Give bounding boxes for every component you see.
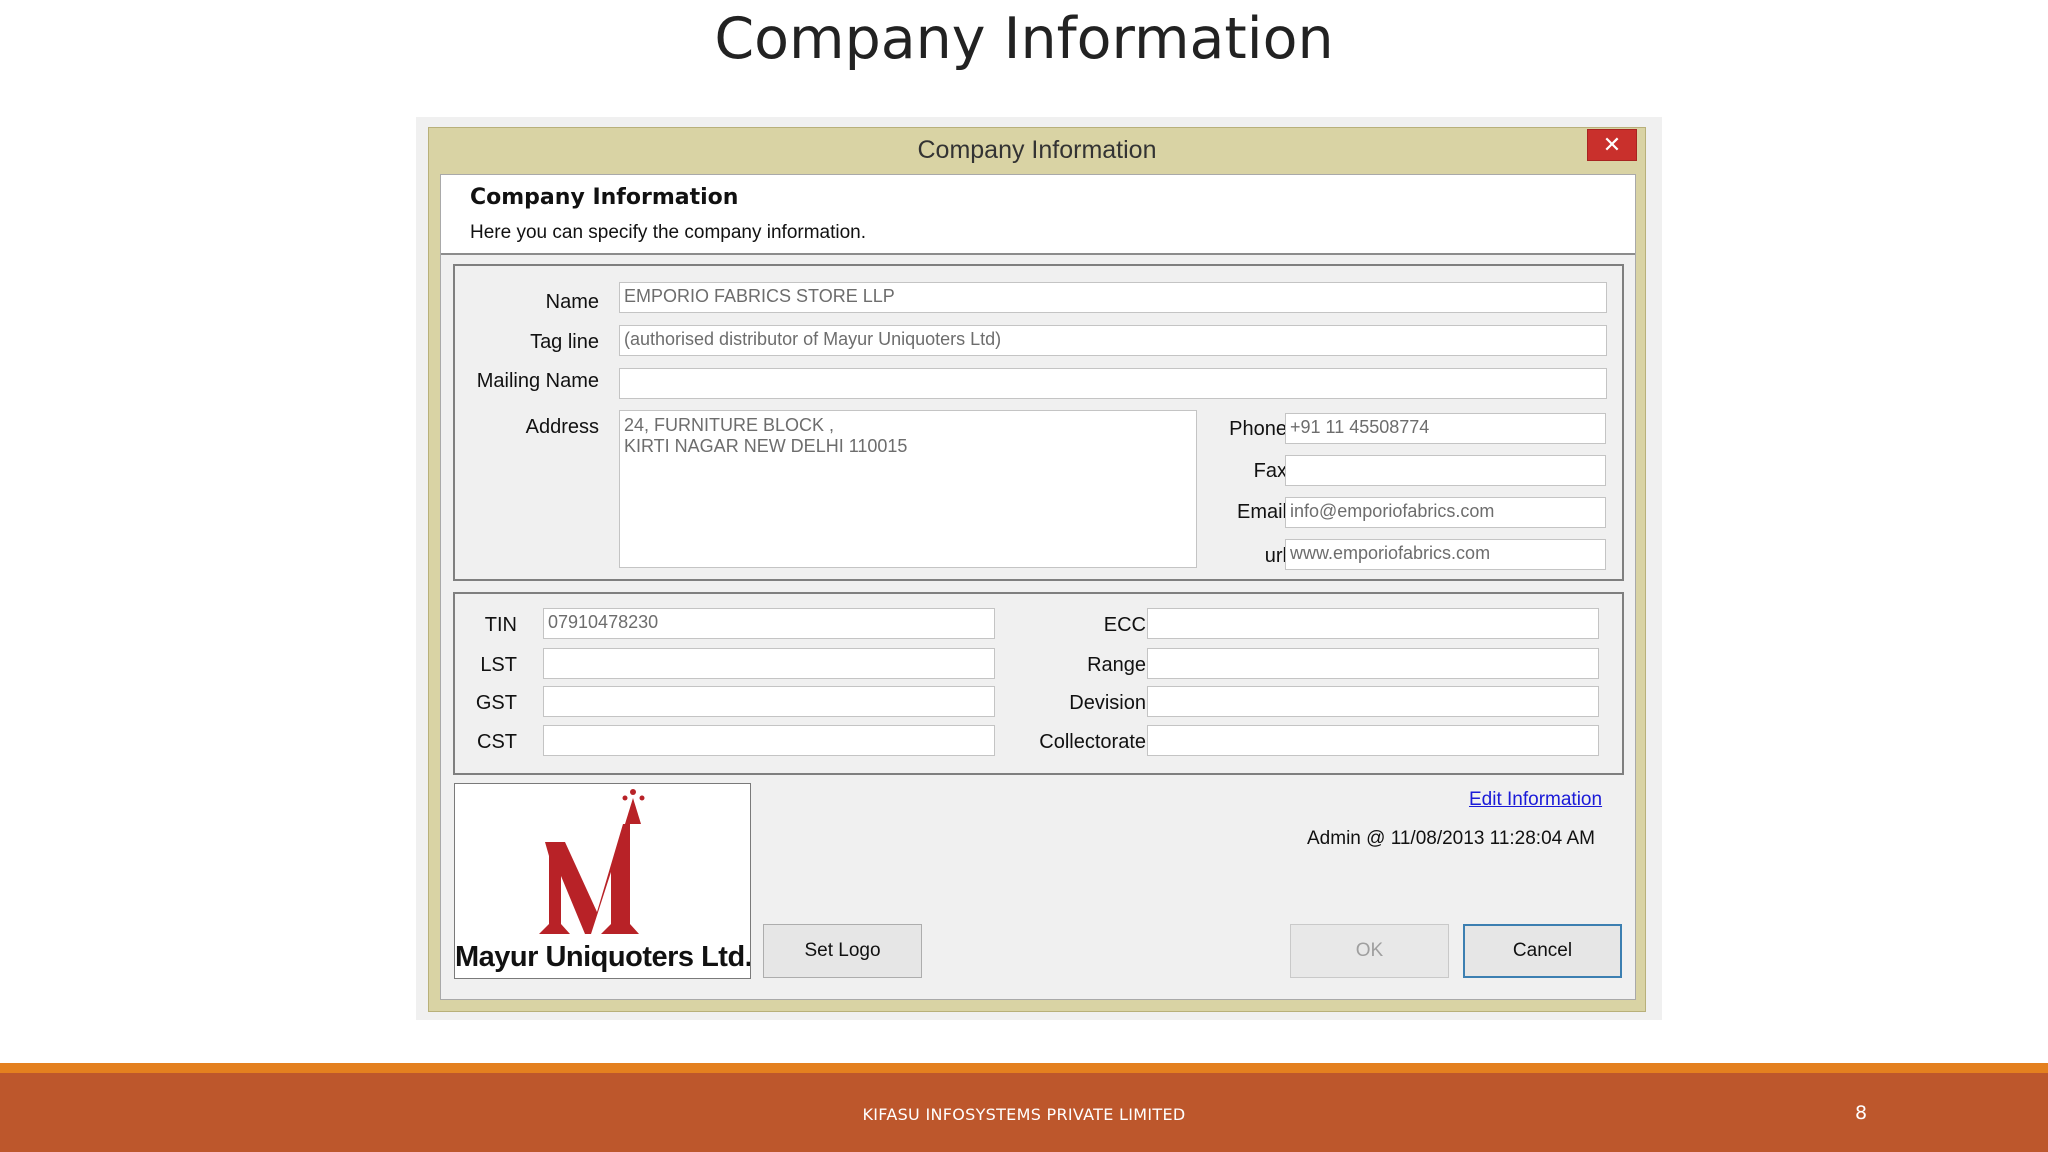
division-label: Devision bbox=[1069, 692, 1146, 714]
address-label: Address bbox=[525, 416, 599, 438]
collectorate-label: Collectorate bbox=[1039, 731, 1146, 753]
gst-field[interactable] bbox=[543, 686, 995, 717]
ecc-label: ECC bbox=[1103, 614, 1146, 636]
close-button[interactable]: ✕ bbox=[1587, 129, 1637, 161]
ecc-field[interactable] bbox=[1147, 608, 1599, 639]
page-number: 8 bbox=[1855, 1102, 1868, 1124]
footer-company-name: KIFASU INFOSYSTEMS PRIVATE LIMITED bbox=[862, 1105, 1186, 1124]
slide-footer: KIFASU INFOSYSTEMS PRIVATE LIMITED 8 bbox=[0, 1073, 2048, 1152]
lst-field[interactable] bbox=[543, 648, 995, 679]
collectorate-field[interactable] bbox=[1147, 725, 1599, 756]
header-band: Company Information Here you can specify… bbox=[441, 175, 1635, 255]
ok-button[interactable]: OK bbox=[1290, 924, 1449, 978]
email-field[interactable]: info@emporiofabrics.com bbox=[1285, 497, 1606, 528]
cst-field[interactable] bbox=[543, 725, 995, 756]
url-label: url bbox=[1264, 545, 1287, 567]
name-field[interactable]: EMPORIO FABRICS STORE LLP bbox=[619, 282, 1607, 313]
division-field[interactable] bbox=[1147, 686, 1599, 717]
mailing-name-label: Mailing Name bbox=[476, 370, 599, 392]
tagline-label: Tag line bbox=[530, 331, 599, 353]
header-subtitle: Here you can specify the company informa… bbox=[470, 222, 867, 243]
url-field[interactable]: www.emporiofabrics.com bbox=[1285, 539, 1606, 570]
cancel-button[interactable]: Cancel bbox=[1463, 924, 1622, 978]
logo-company-name: Mayur Uniquoters Ltd. bbox=[455, 941, 751, 973]
range-field[interactable] bbox=[1147, 648, 1599, 679]
company-info-dialog: Company Information ✕ Company Informatio… bbox=[428, 127, 1646, 1012]
slide-title: Company Information bbox=[714, 6, 1334, 72]
phone-field[interactable]: +91 11 45508774 bbox=[1285, 413, 1606, 444]
tin-label: TIN bbox=[484, 614, 517, 636]
logo-dot-2 bbox=[622, 795, 628, 801]
phone-label: Phone bbox=[1229, 418, 1287, 440]
logo-crown-shape bbox=[625, 798, 641, 824]
address-field[interactable]: 24, FURNITURE BLOCK , KIRTI NAGAR NEW DE… bbox=[619, 410, 1197, 568]
logo-dot-1 bbox=[630, 789, 636, 795]
cst-label: CST bbox=[477, 731, 517, 753]
email-label: Email bbox=[1236, 501, 1287, 523]
range-label: Range bbox=[1087, 654, 1146, 676]
footer-accent-line bbox=[0, 1063, 2048, 1073]
logo-dot-3 bbox=[639, 795, 645, 801]
edit-information-link[interactable]: Edit Information bbox=[1469, 789, 1602, 811]
name-label: Name bbox=[545, 291, 599, 313]
dialog-content: Company Information Here you can specify… bbox=[440, 174, 1636, 1000]
company-logo: Mayur Uniquoters Ltd. bbox=[454, 783, 751, 979]
lst-label: LST bbox=[480, 654, 517, 676]
audit-stamp: Admin @ 11/08/2013 11:28:04 AM bbox=[1307, 828, 1595, 849]
logo-m-shape bbox=[539, 824, 639, 934]
window-title: Company Information bbox=[917, 136, 1157, 164]
fax-label: Fax bbox=[1253, 460, 1287, 482]
tagline-field[interactable]: (authorised distributor of Mayur Uniquot… bbox=[619, 325, 1607, 356]
tin-field[interactable]: 07910478230 bbox=[543, 608, 995, 639]
close-icon: ✕ bbox=[1602, 133, 1622, 158]
mailing-name-field[interactable] bbox=[619, 368, 1607, 399]
fax-field[interactable] bbox=[1285, 455, 1606, 486]
set-logo-button[interactable]: Set Logo bbox=[763, 924, 922, 978]
gst-label: GST bbox=[475, 692, 517, 714]
header-title: Company Information bbox=[470, 185, 739, 210]
